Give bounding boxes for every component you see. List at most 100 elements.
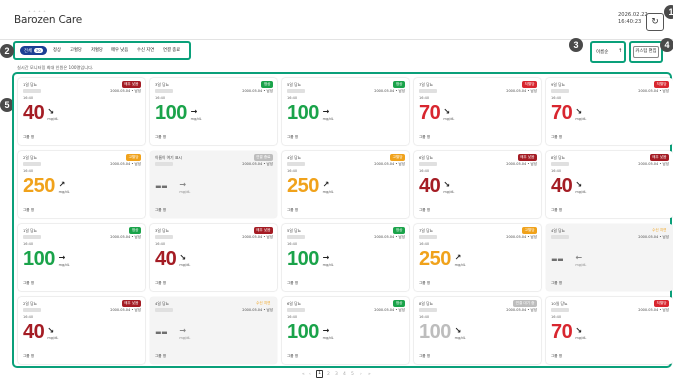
group-name: 그룹 명 bbox=[287, 281, 299, 285]
group-name: 그룹 명 bbox=[23, 208, 35, 212]
patient-card[interactable]: 이름이 여기 표시 연결 종료 2000.05.04 • 남성 -- → mg/dL 그룹 … bbox=[150, 151, 277, 218]
group-name: 그룹 명 bbox=[287, 135, 299, 139]
page-prev-button[interactable]: ‹ bbox=[309, 372, 311, 377]
reading-time: 16:40 bbox=[551, 169, 562, 173]
patient-name: 2일 당뇨 bbox=[23, 155, 38, 160]
reading-time: 16:40 bbox=[155, 242, 166, 246]
page-number-active[interactable]: 1 bbox=[316, 370, 323, 378]
patient-id-placeholder bbox=[419, 235, 437, 239]
annotation-marker-2: 2 bbox=[0, 44, 14, 58]
annotation-marker-3: 3 bbox=[569, 38, 583, 52]
status-filter-bar: 전체 30 정상 고혈당 저혈당 매우 낮음 수신 지연 연결 종료 bbox=[13, 41, 191, 60]
patient-name: 10일 당뇨 bbox=[551, 301, 568, 306]
page-number[interactable]: 2 bbox=[327, 372, 330, 377]
glucose-unit: mg/dL bbox=[58, 263, 70, 267]
patient-card[interactable]: 5일 당뇨 정상 2000.05.04 • 남성 16:40 100 → mg/dL 그룹 명 bbox=[282, 78, 409, 145]
trend-arrow-icon: ↘ bbox=[575, 326, 583, 335]
status-badge: 매우 낮음 bbox=[121, 300, 141, 307]
glucose-value: 40 bbox=[155, 248, 177, 270]
trend-arrow-icon: ↗ bbox=[454, 253, 462, 262]
patient-birth-gender: 2000.05.04 • 남성 bbox=[110, 162, 141, 166]
trend-arrow-icon: ↘ bbox=[575, 107, 583, 116]
filter-tab-delayed[interactable]: 수신 지연 bbox=[137, 47, 154, 53]
status-badge: 저혈당 bbox=[654, 300, 669, 307]
filter-tab-high[interactable]: 고혈당 bbox=[70, 47, 82, 53]
patient-id-placeholder bbox=[287, 308, 305, 312]
reading-time: 16:40 bbox=[419, 242, 430, 246]
trend-arrow-icon: → bbox=[322, 326, 330, 335]
reading-time: 16:40 bbox=[23, 96, 34, 100]
trend-arrow-icon: ↘ bbox=[575, 180, 583, 189]
filter-tab-all[interactable]: 전체 30 bbox=[20, 46, 47, 55]
patient-card[interactable]: 1일 당뇨 정상 2000.05.04 • 남성 16:40 100 → mg/dL 그룹 명 bbox=[18, 224, 145, 291]
patient-card[interactable]: 3일 당뇨 매우 낮음 2000.05.04 • 남성 16:40 40 ↘ mg/dL 그룹… bbox=[150, 224, 277, 291]
patient-name: 6일 당뇨 bbox=[287, 301, 302, 306]
glucose-unit: mg/dL bbox=[322, 263, 334, 267]
filter-tab-normal[interactable]: 정상 bbox=[53, 47, 61, 53]
filter-tab-disconnected[interactable]: 연결 종료 bbox=[163, 47, 180, 53]
page-last-button[interactable]: » bbox=[368, 372, 371, 377]
patient-card[interactable]: 6일 당뇨 정상 2000.05.04 • 남성 16:40 100 → mg/dL 그룹 명 bbox=[282, 297, 409, 364]
status-badge: 정상 bbox=[393, 300, 405, 307]
patient-card[interactable]: 9일 당뇨 저혈당 2000.05.04 • 남성 16:40 70 ↘ mg/dL 그룹 명 bbox=[546, 78, 673, 145]
patient-name: 6일 당뇨 bbox=[419, 155, 434, 160]
trend-arrow-icon: → bbox=[179, 180, 187, 189]
patient-birth-gender: 2000.05.04 • 남성 bbox=[638, 89, 669, 93]
glucose-value: 40 bbox=[23, 321, 45, 343]
patient-card[interactable]: 4일 당뇨 고혈당 2000.05.04 • 남성 16:40 250 ↗ mg/dL 그룹 … bbox=[282, 151, 409, 218]
group-name: 그룹 명 bbox=[419, 208, 431, 212]
patient-name: 1일 당뇨 bbox=[23, 82, 38, 87]
refresh-button[interactable]: ↻ bbox=[646, 13, 664, 31]
filter-tab-very-low[interactable]: 매우 낮음 bbox=[111, 47, 128, 53]
patient-card[interactable]: 7일 당뇨 고혈당 2000.05.04 • 남성 16:40 250 ↗ mg/dL 그룹 … bbox=[414, 224, 541, 291]
glucose-value: 40 bbox=[551, 175, 573, 197]
patient-card[interactable]: 6일 당뇨 매우 낮음 2000.05.04 • 남성 16:40 40 ↘ mg/dL 그룹… bbox=[414, 151, 541, 218]
glucose-value: 100 bbox=[287, 248, 319, 270]
patient-birth-gender: 2000.05.04 • 남성 bbox=[374, 308, 405, 312]
patient-birth-gender: 2000.05.04 • 남성 bbox=[638, 308, 669, 312]
brand-logo: Barozen Care bbox=[14, 14, 83, 26]
filter-tab-low[interactable]: 저혈당 bbox=[91, 47, 103, 53]
patient-birth-gender: 2000.05.04 • 남성 bbox=[638, 235, 669, 239]
filter-tab-label: 전체 bbox=[24, 48, 32, 54]
glucose-value: 70 bbox=[551, 321, 573, 343]
patient-birth-gender: 2000.05.04 • 남성 bbox=[374, 162, 405, 166]
patient-id-placeholder bbox=[551, 308, 569, 312]
patient-card[interactable]: 4일 당뇨 수신 지연 2000.05.04 • 남성 -- ← mg/dL 그룹 명 bbox=[546, 224, 673, 291]
sort-control[interactable]: 이름순 ↑ bbox=[590, 41, 626, 63]
patient-card[interactable]: 10일 당뇨 저혈당 2000.05.04 • 남성 16:40 70 ↘ mg/dL 그룹 … bbox=[546, 297, 673, 364]
patient-card[interactable]: 3일 당뇨 정상 2000.05.04 • 남성 16:40 100 → mg/dL 그룹 명 bbox=[150, 78, 277, 145]
current-time: 16:40:23 bbox=[618, 18, 642, 25]
status-badge: 연결 종료 bbox=[253, 154, 273, 161]
reading-time: 16:40 bbox=[23, 169, 34, 173]
patient-name: 4일 당뇨 bbox=[551, 228, 566, 233]
reading-time: 16:40 bbox=[287, 242, 298, 246]
patient-card[interactable]: 8일 당뇨 매우 낮음 2000.05.04 • 남성 16:40 40 ↘ mg/dL 그룹… bbox=[546, 151, 673, 218]
status-badge: 고혈당 bbox=[390, 154, 405, 161]
patient-card[interactable]: 5일 당뇨 정상 2000.05.04 • 남성 16:40 100 → mg/dL 그룹 명 bbox=[282, 224, 409, 291]
page-first-button[interactable]: « bbox=[302, 372, 305, 377]
patient-card[interactable]: 4일 당뇨 수신 지연 2000.05.04 • 남성 -- → mg/dL 그룹 명 bbox=[150, 297, 277, 364]
custom-edit-button[interactable]: 커스텀 편집 bbox=[633, 46, 659, 58]
page-number[interactable]: 4 bbox=[343, 372, 346, 377]
page-number[interactable]: 5 bbox=[351, 372, 354, 377]
status-badge: 수신 지연 bbox=[256, 301, 271, 305]
glucose-unit: mg/dL bbox=[454, 336, 466, 340]
brand-tagline: + + + + bbox=[28, 9, 47, 13]
page-number[interactable]: 3 bbox=[335, 372, 338, 377]
patient-card[interactable]: 8일 당뇨 연결 대기 중 2000.05.04 • 남성 16:40 100 ↘ mg/d… bbox=[414, 297, 541, 364]
glucose-value: 250 bbox=[287, 175, 319, 197]
patient-card-grid: 1일 당뇨 매우 낮음 2000.05.04 • 남성 16:40 40 ↘ mg/dL 그룹… bbox=[12, 72, 673, 368]
reading-time: 16:40 bbox=[155, 96, 166, 100]
current-date: 2026.02.22 bbox=[618, 12, 648, 18]
glucose-value: 100 bbox=[23, 248, 55, 270]
patient-card[interactable]: 1일 당뇨 매우 낮음 2000.05.04 • 남성 16:40 40 ↘ mg/dL 그룹… bbox=[18, 78, 145, 145]
glucose-unit: mg/dL bbox=[322, 336, 334, 340]
trend-arrow-icon: ↗ bbox=[322, 180, 330, 189]
page-next-button[interactable]: › bbox=[360, 372, 362, 377]
patient-card[interactable]: 7일 당뇨 저혈당 2000.05.04 • 남성 16:40 70 ↘ mg/dL 그룹 명 bbox=[414, 78, 541, 145]
patient-card[interactable]: 2일 당뇨 매우 낮음 2000.05.04 • 남성 16:40 40 ↘ mg/dL 그룹… bbox=[18, 297, 145, 364]
glucose-value: 100 bbox=[419, 321, 451, 343]
patient-card[interactable]: 2일 당뇨 고혈당 2000.05.04 • 남성 16:40 250 ↗ mg/dL 그룹 … bbox=[18, 151, 145, 218]
glucose-unit: mg/dL bbox=[443, 190, 455, 194]
